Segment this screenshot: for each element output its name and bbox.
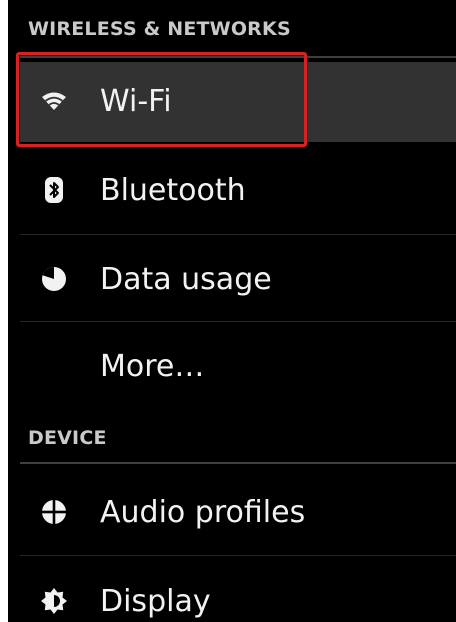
settings-screen: WIRELESS & NETWORKS Wi-Fi Bluetooth Data… xyxy=(8,0,456,622)
settings-item-bluetooth[interactable]: Bluetooth xyxy=(8,146,456,235)
section-header-label: WIRELESS & NETWORKS xyxy=(28,18,291,40)
section-header-wireless-networks: WIRELESS & NETWORKS xyxy=(8,0,456,58)
highlight-box xyxy=(16,52,307,147)
settings-item-label: Display xyxy=(100,584,211,619)
settings-item-more[interactable]: More… xyxy=(8,322,456,407)
settings-item-display[interactable]: Display xyxy=(8,556,456,622)
section-header-label: DEVICE xyxy=(28,427,107,449)
settings-item-data-usage[interactable]: Data usage xyxy=(8,235,456,322)
settings-item-audio-profiles[interactable]: Audio profiles xyxy=(8,464,456,556)
bluetooth-icon xyxy=(41,177,67,203)
data-usage-icon xyxy=(41,266,67,292)
section-header-device: DEVICE xyxy=(8,407,456,464)
display-icon xyxy=(41,588,67,614)
settings-item-label: Bluetooth xyxy=(100,173,246,208)
audio-profiles-icon xyxy=(41,499,67,525)
settings-item-label: Audio profiles xyxy=(100,495,306,530)
settings-item-label: Data usage xyxy=(100,262,272,297)
settings-item-label: More… xyxy=(100,349,205,384)
